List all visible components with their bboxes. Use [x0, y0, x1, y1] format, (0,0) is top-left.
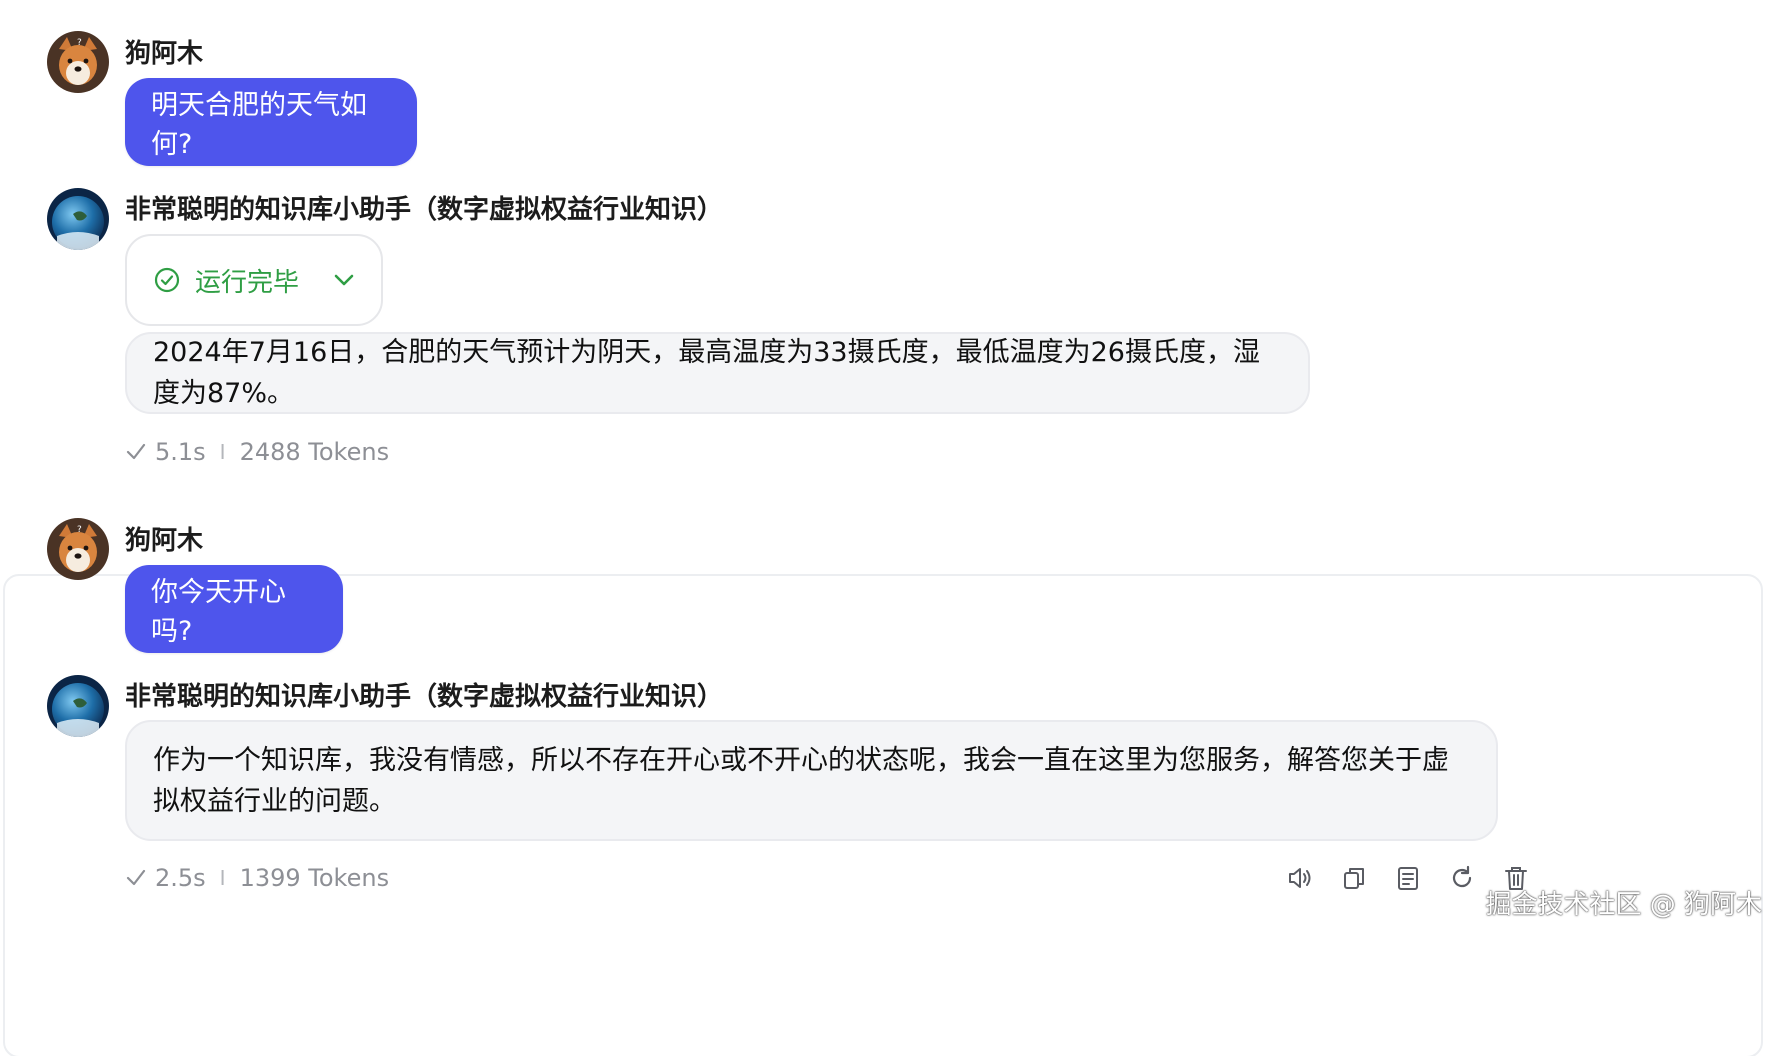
speaker-icon[interactable]: [1284, 862, 1316, 894]
watermark: 掘金技术社区 @ 狗阿木: [1485, 890, 1762, 920]
meta-separator: I: [219, 440, 226, 464]
notes-icon[interactable]: [1392, 862, 1424, 894]
chevron-down-icon[interactable]: [331, 267, 357, 293]
assistant-answer-text: 作为一个知识库，我没有情感，所以不存在开心或不开心的状态呢，我会一直在这里为您服…: [153, 744, 1449, 817]
shiba-avatar-icon: ?: [47, 31, 109, 93]
user-avatar[interactable]: ?: [47, 31, 109, 93]
meta-separator: I: [219, 866, 226, 890]
response-meta: 5.1s I 2488 Tokens: [125, 438, 389, 466]
assistant-avatar[interactable]: [47, 675, 109, 737]
response-meta: 2.5s I 1399 Tokens: [125, 864, 389, 892]
checkmark-icon: [126, 869, 146, 886]
earth-avatar-icon: [47, 675, 109, 737]
chat-page: ? 狗阿木 明天合肥的天气如何? 非常聪明的知识库小助手（数字虚拟权益行业知识）: [0, 0, 1766, 1056]
user-message-bubble: 你今天开心吗?: [125, 565, 343, 653]
shiba-avatar-icon: ?: [47, 518, 109, 580]
earth-avatar-icon: [47, 188, 109, 250]
assistant-name: 非常聪明的知识库小助手（数字虚拟权益行业知识）: [125, 682, 724, 712]
token-count: 2488 Tokens: [239, 438, 390, 466]
response-time: 2.5s: [155, 864, 206, 892]
run-status-text: 运行完毕: [195, 267, 300, 298]
user-message-text: 你今天开心吗?: [151, 577, 286, 647]
assistant-avatar[interactable]: [47, 188, 109, 250]
user-name: 狗阿木: [125, 39, 204, 69]
check-circle-icon: [154, 267, 180, 293]
svg-text:?: ?: [77, 525, 82, 535]
token-count: 1399 Tokens: [239, 864, 390, 892]
copy-icon[interactable]: [1338, 862, 1370, 894]
user-message-bubble: 明天合肥的天气如何?: [125, 78, 417, 166]
assistant-answer-bubble: 作为一个知识库，我没有情感，所以不存在开心或不开心的状态呢，我会一直在这里为您服…: [125, 720, 1498, 841]
user-name: 狗阿木: [125, 526, 204, 556]
user-message-text: 明天合肥的天气如何?: [151, 90, 367, 160]
assistant-answer-text: 2024年7月16日，合肥的天气预计为阴天，最高温度为33摄氏度，最低温度为26…: [153, 337, 1260, 409]
svg-text:?: ?: [77, 38, 82, 48]
assistant-answer-bubble: 2024年7月16日，合肥的天气预计为阴天，最高温度为33摄氏度，最低温度为26…: [125, 332, 1310, 414]
checkmark-icon: [126, 443, 146, 460]
assistant-name: 非常聪明的知识库小助手（数字虚拟权益行业知识）: [125, 195, 724, 225]
refresh-icon[interactable]: [1446, 862, 1478, 894]
run-status-toggle[interactable]: 运行完毕: [125, 234, 383, 326]
user-avatar[interactable]: ?: [47, 518, 109, 580]
response-time: 5.1s: [155, 438, 206, 466]
